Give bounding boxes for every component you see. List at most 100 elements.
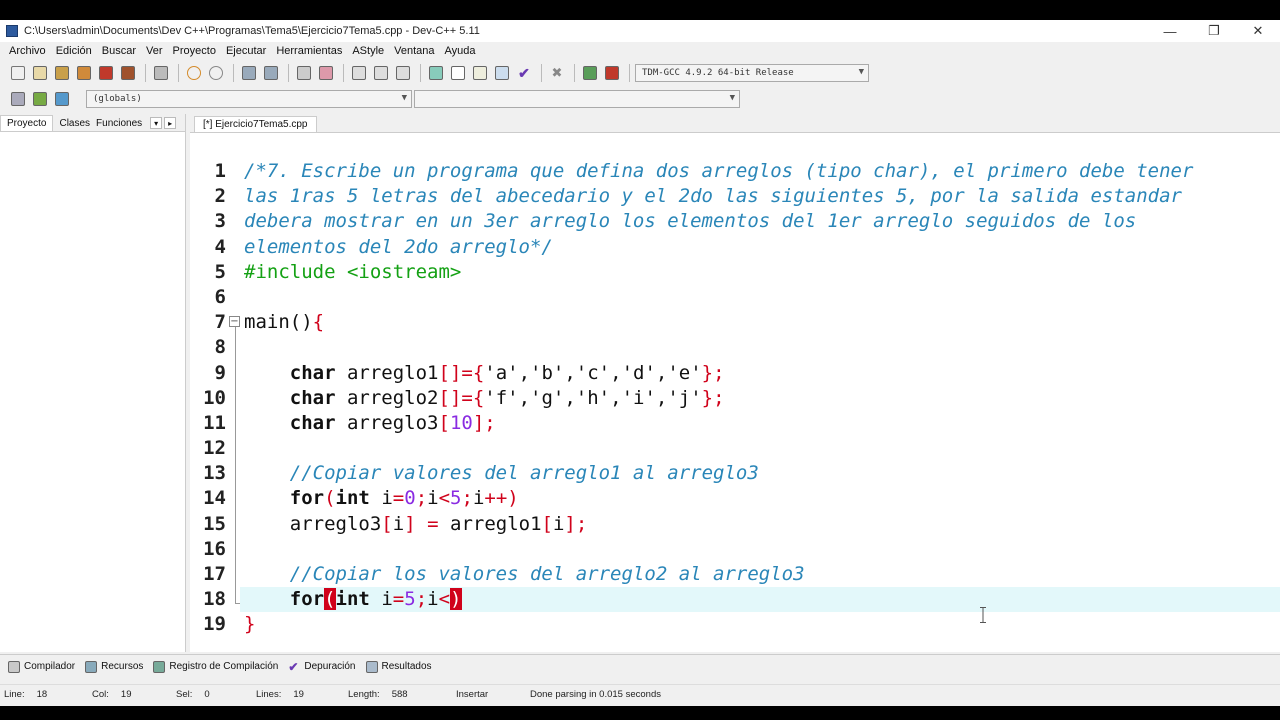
save-icon[interactable]	[52, 63, 72, 83]
line-number: 18	[203, 588, 226, 611]
tab-resultados[interactable]: Resultados	[365, 660, 432, 673]
comment: elementos del 2do arreglo*/	[244, 235, 553, 258]
preprocessor-directive: #include <iostream>	[244, 260, 462, 283]
code-line: 19}	[203, 612, 1280, 637]
close-all-icon[interactable]	[118, 63, 138, 83]
profile-icon[interactable]	[602, 63, 622, 83]
comment: debera mostrar en un 3er arreglo los ele…	[244, 210, 1137, 233]
menu-edicion[interactable]: Edición	[51, 45, 97, 57]
status-value: 19	[293, 689, 304, 700]
menu-ventana[interactable]: Ventana	[389, 45, 439, 57]
output-tabs: Compilador Recursos Registro de Compilac…	[0, 654, 1280, 678]
unindent-icon[interactable]	[349, 63, 369, 83]
goto-line-icon[interactable]	[294, 63, 314, 83]
matched-paren: )	[450, 588, 462, 611]
tab-scroll-right[interactable]: ▸	[164, 117, 177, 129]
window-title: C:\Users\admin\Documents\Dev C++\Program…	[24, 25, 480, 37]
comment: /*7. Escribe un programa que defina dos …	[244, 160, 1194, 182]
toggle-comment-icon[interactable]	[393, 63, 413, 83]
line-number: 17	[203, 563, 226, 585]
member-select[interactable]: ▼	[414, 90, 740, 108]
menu-ver[interactable]: Ver	[141, 45, 168, 57]
tab-funciones[interactable]: Funciones	[96, 116, 148, 131]
menu-archivo[interactable]: Archivo	[4, 45, 51, 57]
chevron-down-icon: ▼	[401, 93, 407, 103]
compile-run-icon[interactable]	[470, 63, 490, 83]
undo-icon[interactable]	[184, 63, 204, 83]
chevron-down-icon: ▼	[729, 93, 735, 103]
check-syntax-icon[interactable]: ✔	[514, 63, 534, 83]
number-literal: 10	[449, 411, 473, 434]
tab-clases[interactable]: Clases	[53, 116, 96, 131]
window-controls: — ❐ ✕	[1148, 20, 1280, 42]
open-file-icon[interactable]	[30, 63, 50, 83]
compiler-select[interactable]: TDM-GCC 4.9.2 64-bit Release ▼	[635, 64, 869, 82]
line-number: 3	[214, 210, 226, 233]
tab-compilador[interactable]: Compilador	[8, 660, 75, 673]
minimize-button[interactable]: —	[1148, 20, 1192, 42]
close-brace: }	[244, 613, 256, 636]
menu-proyecto[interactable]: Proyecto	[168, 45, 221, 57]
tab-registro-compilacion[interactable]: Registro de Compilación	[153, 660, 279, 673]
line-number: 10	[203, 386, 226, 409]
stop-execution-icon[interactable]: ✖	[547, 63, 567, 83]
top-black-bar	[0, 0, 1280, 20]
keyword: char	[289, 411, 336, 434]
line-number: 8	[214, 336, 226, 359]
menu-ejecutar[interactable]: Ejecutar	[221, 45, 271, 57]
print-icon[interactable]	[151, 63, 171, 83]
replace-icon[interactable]	[261, 63, 281, 83]
code-editor[interactable]: 1 /*7. Escribe un programa que defina dos…	[190, 132, 1280, 652]
status-label: Length:	[348, 689, 380, 700]
status-label: Sel:	[176, 689, 193, 700]
menu-herramientas[interactable]: Herramientas	[271, 45, 347, 57]
toggle-panel-icon[interactable]	[52, 89, 72, 109]
line-number: 7	[214, 311, 226, 334]
toolbar-separator	[420, 64, 421, 82]
line-number: 15	[203, 512, 226, 535]
redo-icon[interactable]	[206, 63, 226, 83]
tab-list-dropdown[interactable]: ▾	[150, 117, 163, 129]
status-value: 588	[391, 689, 408, 700]
code-content[interactable]: 1 /*7. Escribe un programa que defina dos…	[203, 159, 1280, 638]
tab-proyecto[interactable]: Proyecto	[0, 115, 54, 131]
tab-depuracion[interactable]: ✔ Depuración	[288, 661, 355, 673]
menu-astyle[interactable]: AStyle	[347, 45, 389, 57]
keyword: for	[289, 588, 325, 611]
menu-buscar[interactable]: Buscar	[97, 45, 141, 57]
insert-icon[interactable]	[30, 89, 50, 109]
code-line: 11 char arreglo3[10];	[203, 411, 1280, 436]
close-file-icon[interactable]	[96, 63, 116, 83]
restore-button[interactable]: ❐	[1192, 20, 1236, 42]
keyword: int	[335, 588, 370, 611]
fold-collapse-icon[interactable]: −	[229, 316, 240, 328]
tab-recursos[interactable]: Recursos	[85, 660, 143, 673]
toolbar-separator	[541, 64, 542, 82]
fold-guide	[235, 319, 236, 603]
status-bar: Line: 18 Col: 19 Sel: 0 Lines: 19 Length: 588…	[0, 684, 1280, 704]
scope-select[interactable]: (globals) ▼	[86, 90, 412, 108]
rebuild-icon[interactable]	[492, 63, 512, 83]
search-icon[interactable]	[239, 63, 259, 83]
number-literal: 5	[404, 588, 416, 611]
menu-ayuda[interactable]: Ayuda	[440, 45, 481, 57]
debug-icon[interactable]	[580, 63, 600, 83]
tab-ejercicio7tema5[interactable]: [*] Ejercicio7Tema5.cpp	[194, 116, 317, 132]
compile-icon[interactable]	[426, 63, 446, 83]
new-file-icon[interactable]	[8, 63, 28, 83]
run-icon[interactable]	[448, 63, 468, 83]
bookmark-icon[interactable]	[316, 63, 336, 83]
indent-icon[interactable]	[371, 63, 391, 83]
class-browser-icon[interactable]	[8, 89, 28, 109]
line-number: 13	[203, 462, 226, 485]
tab-label: Registro de Compilación	[169, 661, 279, 672]
status-mode: Insertar	[452, 689, 526, 700]
toolbar-separator	[233, 64, 234, 82]
close-button[interactable]: ✕	[1236, 20, 1280, 42]
code-line: 4 elementos del 2do arreglo*/	[215, 235, 1280, 260]
editor-tabs: [*] Ejercicio7Tema5.cpp	[190, 114, 1280, 132]
line-number: 19	[203, 613, 226, 636]
code-line: 9 char arreglo1[]={'a','b','c','d','e'};	[215, 361, 1280, 386]
save-all-icon[interactable]	[74, 63, 94, 83]
status-value: 0	[204, 689, 210, 700]
